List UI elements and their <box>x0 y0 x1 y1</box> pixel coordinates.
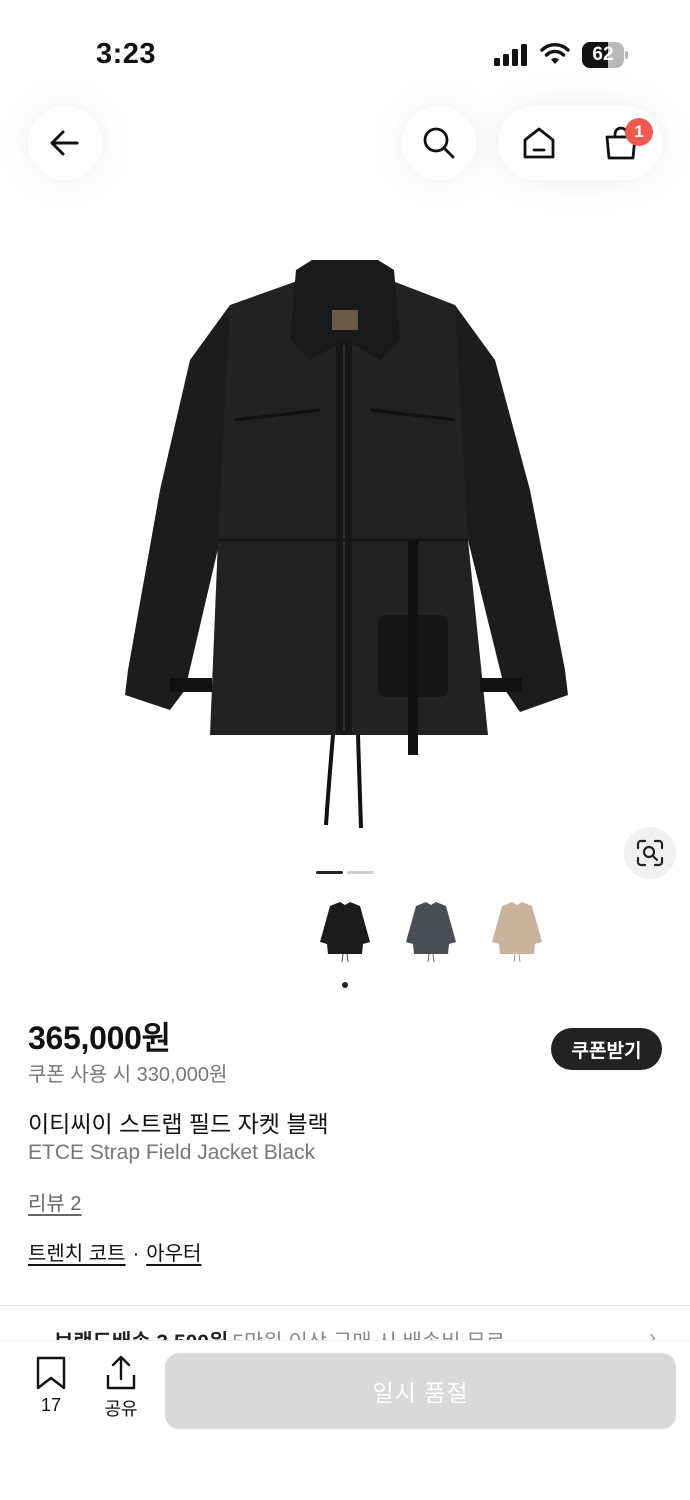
bookmark-count: 17 <box>40 1395 62 1415</box>
home-button[interactable] <box>498 106 580 180</box>
category-link-trench-coat[interactable]: 트렌치 코트 <box>28 1243 126 1265</box>
status-bar: 3:23 62 <box>0 0 690 100</box>
section-divider <box>0 1305 690 1306</box>
bookmark-icon <box>36 1356 66 1390</box>
category-breadcrumb: 트렌치 코트 · 아우터 <box>28 1237 201 1266</box>
shipping-info-row[interactable]: 브랜드배송 3,500원 5만원 이상 구매 시 배송비 무료 › <box>28 1326 668 1340</box>
pager-indicator <box>347 871 374 874</box>
review-link[interactable]: 리뷰 2 <box>28 1187 81 1216</box>
chevron-right-icon: › <box>649 1326 656 1340</box>
wifi-icon <box>540 42 570 66</box>
status-time: 3:23 <box>96 38 157 70</box>
category-link-outer[interactable]: 아우터 <box>146 1243 201 1265</box>
product-price: 365,000원 <box>28 1020 171 1056</box>
cellular-signal-icon <box>494 44 530 66</box>
search-icon <box>423 127 455 159</box>
cart-button[interactable] <box>580 106 662 180</box>
color-variant-thumb[interactable] <box>310 896 380 966</box>
share-label: 공유 <box>104 1399 138 1419</box>
bottom-action-bar: 17 공유 일시 품절 <box>0 1340 690 1500</box>
share-icon <box>106 1355 136 1390</box>
color-variant-thumb[interactable] <box>396 896 466 966</box>
share-button[interactable]: 공유 <box>92 1355 150 1421</box>
category-separator: · <box>132 1243 140 1265</box>
visual-search-button[interactable] <box>624 827 676 879</box>
product-name-korean: 이티씨이 스트랩 필드 자켓 블랙 <box>28 1111 329 1137</box>
shipping-fee: 브랜드배송 3,500원 <box>54 1331 228 1340</box>
coupon-price: 쿠폰 사용 시 330,000원 <box>28 1064 228 1086</box>
shipping-free-condition: 5만원 이상 구매 시 배송비 무료 <box>232 1331 505 1340</box>
search-button[interactable] <box>402 106 476 180</box>
pager-indicator-active <box>316 871 343 874</box>
battery-icon: 62 <box>582 42 628 68</box>
image-pager <box>316 871 376 875</box>
color-variant-thumb[interactable] <box>482 896 552 966</box>
cart-count-badge: 1 <box>625 118 653 146</box>
visual-search-icon <box>636 839 664 867</box>
product-name-english: ETCE Strap Field Jacket Black <box>28 1141 316 1164</box>
battery-percent: 62 <box>592 44 614 65</box>
arrow-left-icon <box>50 130 79 156</box>
back-button[interactable] <box>28 106 102 180</box>
get-coupon-button[interactable]: 쿠폰받기 <box>551 1028 662 1070</box>
selected-variant-indicator <box>342 982 348 988</box>
sold-out-button[interactable]: 일시 품절 <box>165 1353 676 1429</box>
product-image[interactable] <box>100 250 590 840</box>
home-icon <box>523 127 555 159</box>
bookmark-button[interactable]: 17 <box>22 1355 80 1416</box>
color-variant-list <box>310 896 560 976</box>
